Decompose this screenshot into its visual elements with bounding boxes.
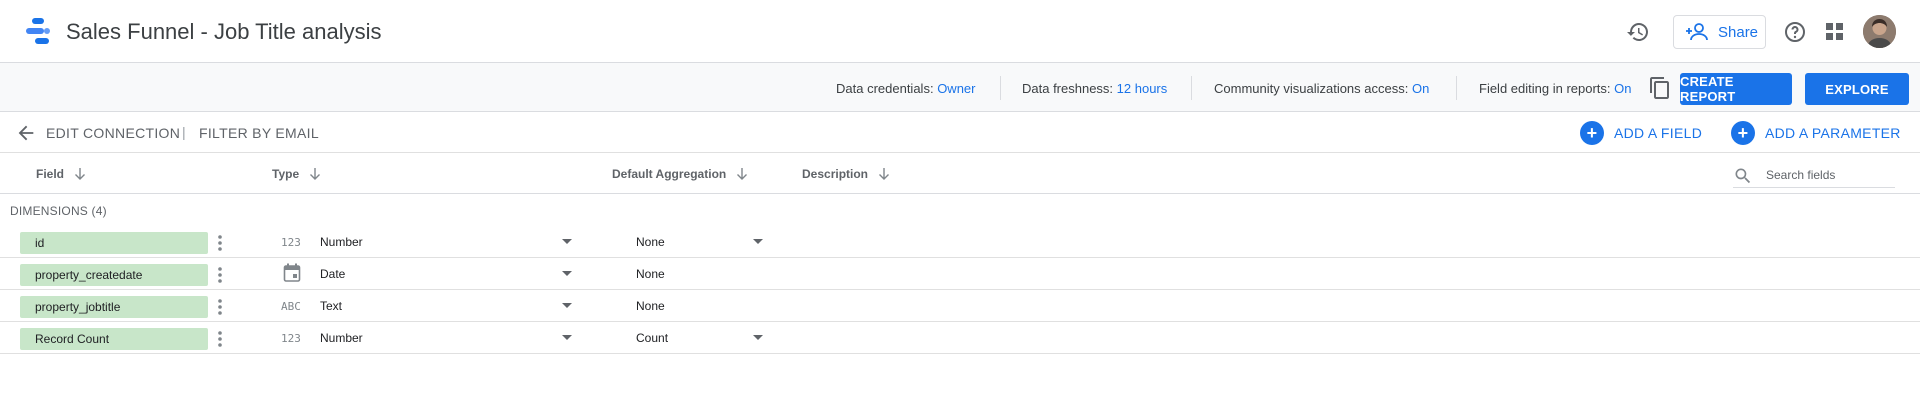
sort-arrow-icon (75, 168, 86, 180)
number-type-icon: 123 (281, 236, 301, 249)
aggregation-value: None (636, 267, 665, 281)
edit-connection-link[interactable]: EDIT CONNECTION (46, 125, 180, 141)
search-fields (1733, 162, 1895, 188)
connection-toolbar: EDIT CONNECTION | FILTER BY EMAIL + ADD … (0, 113, 1920, 153)
explore-button[interactable]: EXPLORE (1805, 73, 1909, 105)
apps-grid-icon[interactable] (1822, 19, 1848, 45)
field-name-chip[interactable]: id (20, 232, 208, 254)
history-icon[interactable] (1625, 19, 1651, 45)
column-header-field[interactable]: Field (36, 167, 86, 181)
chevron-down-icon[interactable] (753, 239, 763, 244)
data-source-info-bar: Data credentials: Owner Data freshness: … (0, 63, 1920, 112)
type-value: Text (320, 299, 343, 313)
looker-studio-logo-icon[interactable] (22, 16, 54, 46)
column-header-description[interactable]: Description (802, 167, 890, 181)
community-visualizations-value[interactable]: On (1412, 81, 1429, 96)
number-type-icon: 123 (281, 332, 301, 345)
divider (1000, 76, 1001, 100)
data-credentials: Data credentials: Owner (836, 81, 976, 96)
chevron-down-icon[interactable] (562, 239, 572, 244)
data-freshness: Data freshness: 12 hours (1022, 81, 1168, 96)
copy-icon[interactable] (1648, 76, 1672, 100)
type-value: Date (320, 267, 346, 281)
add-field-label: ADD A FIELD (1614, 125, 1703, 141)
more-vert-icon[interactable] (215, 296, 225, 318)
aggregation-value: None (636, 235, 665, 249)
divider (1191, 76, 1192, 100)
table-row: property_createdate Date None (0, 258, 1920, 290)
data-freshness-value[interactable]: 12 hours (1117, 81, 1168, 96)
community-visualizations-access: Community visualizations access: On (1214, 81, 1430, 96)
add-field-button[interactable]: + ADD A FIELD (1580, 121, 1702, 145)
chevron-down-icon[interactable] (562, 271, 572, 276)
share-button[interactable]: Share (1673, 15, 1766, 49)
column-header-type[interactable]: Type (272, 167, 321, 181)
column-header-default-aggregation[interactable]: Default Aggregation (612, 167, 748, 181)
filter-by-email-link[interactable]: FILTER BY EMAIL (199, 125, 319, 141)
more-vert-icon[interactable] (215, 328, 225, 350)
more-vert-icon[interactable] (215, 232, 225, 254)
sort-arrow-icon (310, 168, 321, 180)
text-type-icon: ABC (281, 300, 301, 313)
add-parameter-button[interactable]: + ADD A PARAMETER (1731, 121, 1901, 145)
share-label: Share (1718, 23, 1759, 41)
sort-arrow-icon (737, 168, 748, 180)
plus-icon: + (1580, 121, 1604, 145)
aggregation-value: None (636, 299, 665, 313)
user-avatar[interactable] (1863, 15, 1896, 48)
type-dropdown[interactable] (316, 294, 576, 318)
table-row: id 123 Number None (0, 226, 1920, 258)
search-fields-input[interactable] (1766, 165, 1891, 185)
aggregation-value: Count (636, 331, 669, 345)
chevron-down-icon[interactable] (562, 303, 572, 308)
type-value: Number (320, 331, 363, 345)
separator: | (182, 124, 186, 140)
plus-icon: + (1731, 121, 1755, 145)
add-person-icon (1686, 23, 1708, 41)
field-editing-in-reports: Field editing in reports: On (1479, 81, 1632, 96)
report-title[interactable]: Sales Funnel - Job Title analysis (66, 19, 382, 45)
search-icon (1735, 168, 1751, 184)
dimensions-section-label: DIMENSIONS (4) (10, 204, 107, 218)
calendar-icon (283, 263, 301, 282)
more-vert-icon[interactable] (215, 264, 225, 286)
data-credentials-value[interactable]: Owner (937, 81, 975, 96)
fields-table-header: Field Type Default Aggregation Descripti… (0, 154, 1920, 194)
table-row: property_jobtitle ABC Text None (0, 290, 1920, 322)
type-dropdown[interactable] (316, 262, 576, 286)
sort-arrow-icon (879, 168, 890, 180)
create-report-button[interactable]: CREATE REPORT (1680, 73, 1792, 105)
type-value: Number (320, 235, 363, 249)
table-row: Record Count 123 Number Count (0, 322, 1920, 354)
field-name-chip[interactable]: property_createdate (20, 264, 208, 286)
app-header: Sales Funnel - Job Title analysis Share (0, 0, 1920, 63)
field-name-chip[interactable]: Record Count (20, 328, 208, 350)
help-icon[interactable] (1782, 19, 1808, 45)
field-name-chip[interactable]: property_jobtitle (20, 296, 208, 318)
divider (1456, 76, 1457, 100)
field-editing-value[interactable]: On (1614, 81, 1631, 96)
add-parameter-label: ADD A PARAMETER (1765, 125, 1901, 141)
chevron-down-icon[interactable] (753, 335, 763, 340)
chevron-down-icon[interactable] (562, 335, 572, 340)
back-arrow-icon[interactable] (15, 122, 37, 144)
